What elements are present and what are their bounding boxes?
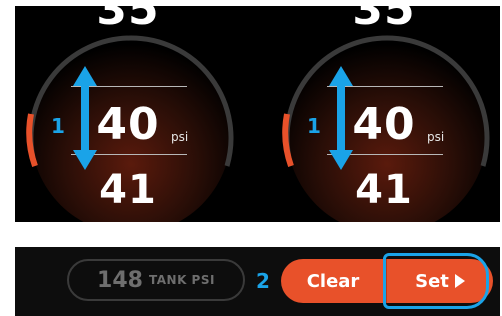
pressure-dial-right[interactable]: 35 40 psi 41 1: [271, 6, 497, 222]
pressure-value-above: 35: [352, 6, 416, 35]
tank-pressure-readout: 148 TANK PSI: [67, 259, 245, 301]
pressure-dials-panel: 35 40 psi 41 1 35 40 psi 41 1: [15, 6, 500, 222]
tank-pressure-label: TANK PSI: [148, 273, 215, 287]
step-marker-1: 1: [51, 114, 65, 138]
step-marker-2: 2: [256, 269, 270, 293]
pressure-value-current: 40: [96, 99, 160, 150]
unit-label: psi: [427, 130, 445, 144]
tank-pressure-value: 148: [97, 267, 143, 293]
double-arrow-vertical-icon[interactable]: [329, 66, 353, 170]
set-button-highlight: [383, 253, 489, 309]
pressure-dial-left[interactable]: 35 40 psi 41 1: [15, 6, 241, 222]
unit-label: psi: [171, 130, 189, 144]
pressure-value-below: 41: [355, 167, 413, 213]
action-bar: 148 TANK PSI 2 Clear Set: [15, 247, 500, 316]
double-arrow-vertical-icon[interactable]: [73, 66, 97, 170]
pressure-value-current: 40: [352, 99, 416, 150]
pressure-value-above: 35: [96, 6, 160, 35]
step-marker-1: 1: [307, 114, 321, 138]
clear-button-label: Clear: [306, 270, 360, 292]
clear-button[interactable]: Clear: [281, 259, 385, 303]
pressure-value-below: 41: [99, 167, 157, 213]
